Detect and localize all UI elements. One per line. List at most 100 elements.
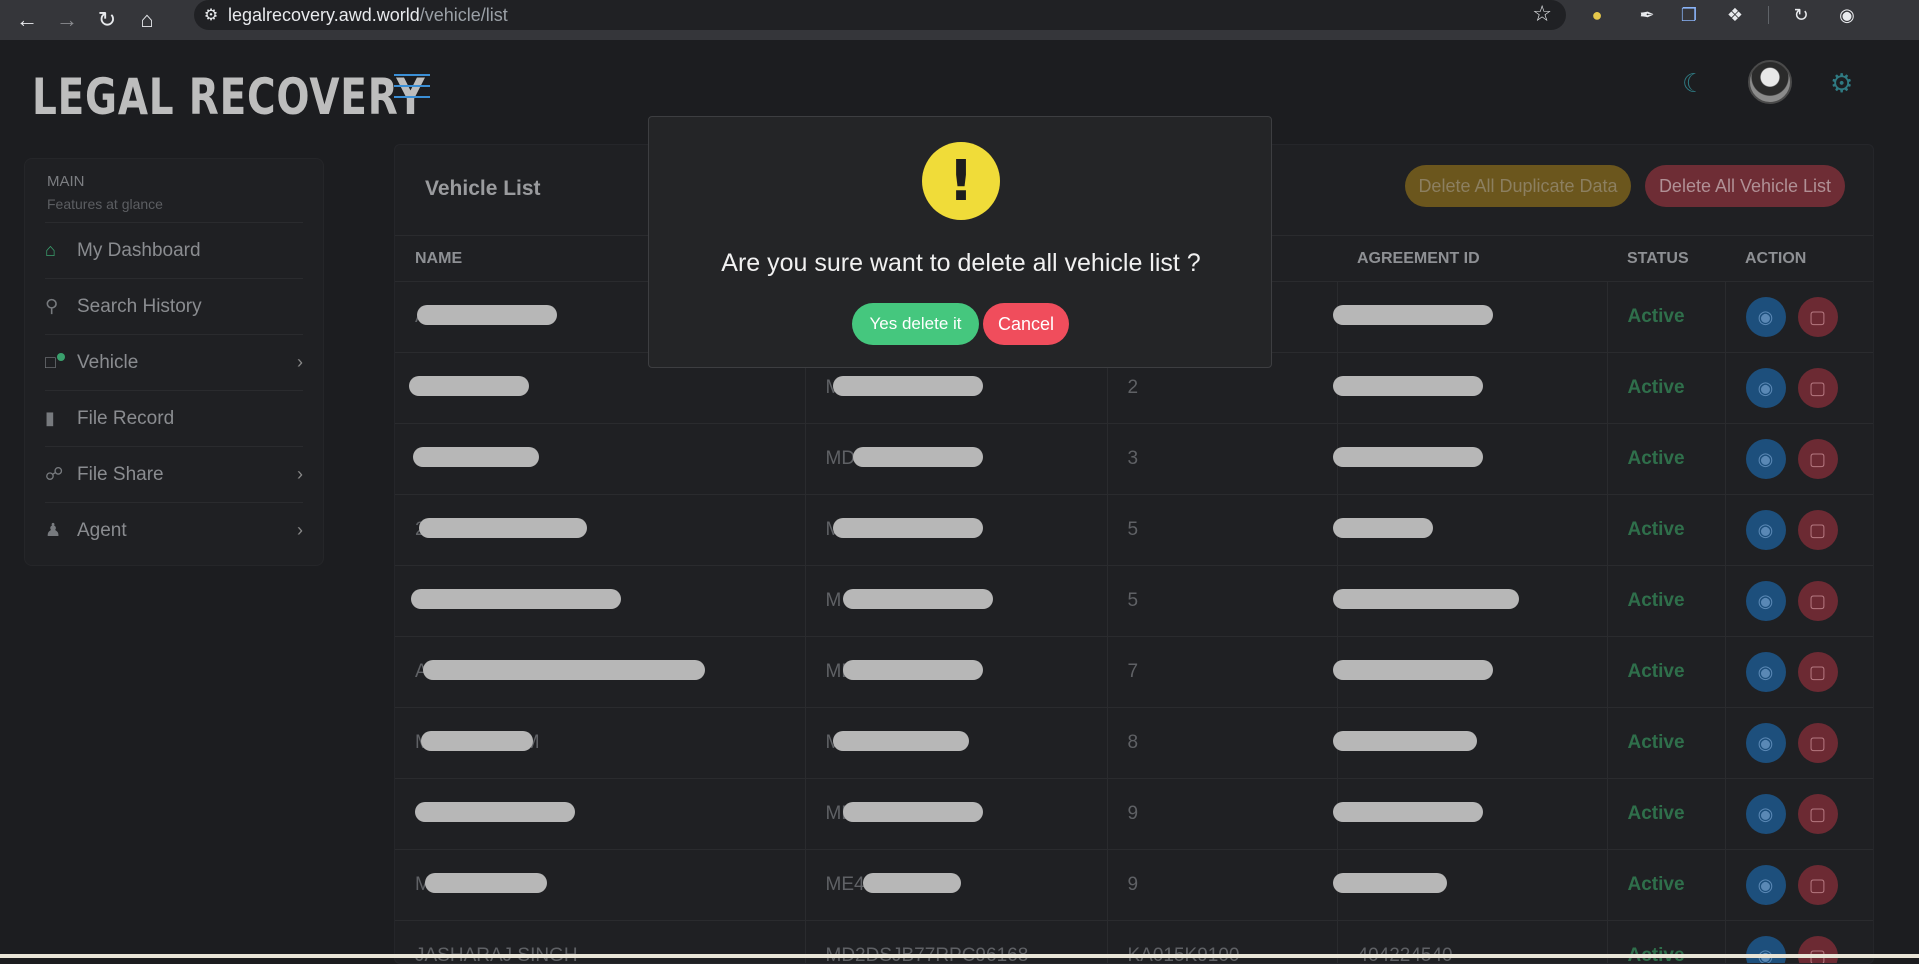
delete-trash-icon[interactable]: ▢ [1798,794,1838,834]
sidebar-section-title: MAIN [47,173,301,190]
cell-action: ◉▢ [1725,637,1874,708]
url-text[interactable]: legalrecovery.awd.world/vehicle/list [228,5,508,26]
redaction-mask [1333,660,1493,680]
view-eye-icon[interactable]: ◉ [1746,581,1786,621]
redaction-mask [417,305,557,325]
view-eye-icon[interactable]: ◉ [1746,652,1786,692]
user-icon: ♟ [45,520,77,541]
warning-icon: ! [922,142,1000,220]
cell-action: ◉▢ [1725,353,1874,424]
view-eye-icon[interactable]: ◉ [1746,865,1786,905]
view-eye-icon[interactable]: ◉ [1746,297,1786,337]
cancel-button[interactable]: Cancel [983,303,1069,345]
redaction-mask [425,873,547,893]
chevron-right-icon: › [297,464,303,485]
column-header-agreement[interactable]: AGREEMENT ID [1337,236,1607,282]
cell-status: Active [1607,637,1725,708]
menu-toggle-icon[interactable] [394,74,430,98]
sidebar-section-subtitle: Features at glance [47,196,301,212]
redaction-mask [843,660,983,680]
theme-moon-icon[interactable]: ☾ [1682,68,1705,99]
site-info-icon[interactable]: ⚙ [194,5,228,25]
redaction-mask [1333,376,1483,396]
delete-trash-icon[interactable]: ▢ [1798,510,1838,550]
delete-trash-icon[interactable]: ▢ [1798,439,1838,479]
redaction-mask [843,802,983,822]
cell-count: 9 [1107,779,1337,850]
table-row: MD2 408238Active◉▢ [395,424,1874,495]
sidebar-item-label: Vehicle [77,352,138,374]
redaction-mask [853,447,983,467]
page-title: Vehicle List [425,177,541,201]
cell-count: 5 [1107,495,1337,566]
cell-action: ◉▢ [1725,424,1874,495]
redaction-mask [1333,802,1483,822]
home-icon: ⌂ [45,240,77,261]
eyedropper-icon[interactable]: ✒ [1630,0,1664,30]
redaction-mask [833,376,983,396]
home-browser-icon[interactable]: ⌂ [127,0,167,40]
sidebar-item-vehicle[interactable]: □ Vehicle › [45,334,303,390]
redaction-mask [1333,305,1493,325]
redaction-mask [415,802,575,822]
profile-icon[interactable]: ◉ [1830,0,1864,30]
dialog-message: Are you sure want to delete all vehicle … [649,249,1273,278]
redaction-mask [833,518,983,538]
sidebar: MAIN Features at glance ⌂ My Dashboard ⚲… [24,158,324,566]
reload-icon[interactable]: ↻ [87,0,127,40]
redaction-mask [413,447,539,467]
sidebar-item-agent[interactable]: ♟ Agent › [45,502,303,558]
cell-action: ◉▢ [1725,566,1874,637]
delete-trash-icon[interactable]: ▢ [1798,865,1838,905]
copy-icon[interactable]: ❐ [1672,0,1706,30]
sidebar-item-label: File Record [77,408,174,430]
cell-status: Active [1607,495,1725,566]
forward-arrow-icon[interactable]: → [47,0,87,40]
app-root: LEGAL RECOVERY ☾ ⚙ MAIN Features at glan… [0,40,1919,958]
cell-status: Active [1607,850,1725,921]
cell-count: 3 [1107,424,1337,495]
redaction-mask [1333,873,1447,893]
cell-status: Active [1607,282,1725,353]
redaction-mask [421,731,533,751]
puzzle-icon[interactable]: ❖ [1718,0,1752,30]
delete-trash-icon[interactable]: ▢ [1798,936,1838,964]
view-eye-icon[interactable]: ◉ [1746,936,1786,964]
table-row: MD 077989Active◉▢ [395,779,1874,850]
view-eye-icon[interactable]: ◉ [1746,510,1786,550]
cell-action: ◉▢ [1725,282,1874,353]
cell-status: Active [1607,566,1725,637]
sidebar-item-label: Search History [77,296,202,318]
toolbar-divider [1768,6,1769,24]
view-eye-icon[interactable]: ◉ [1746,723,1786,763]
extension-icon[interactable]: ● [1580,0,1614,30]
view-eye-icon[interactable]: ◉ [1746,368,1786,408]
settings-gear-icon[interactable]: ⚙ [1830,68,1853,99]
sync-icon[interactable]: ↻ [1784,0,1818,30]
browser-toolbar: ← → ↻ ⌂ ⚙ legalrecovery.awd.world/vehicl… [0,0,1919,40]
sidebar-item-dashboard[interactable]: ⌂ My Dashboard [45,222,303,278]
delete-all-vehicles-button[interactable]: Delete All Vehicle List [1645,165,1845,207]
delete-trash-icon[interactable]: ▢ [1798,723,1838,763]
address-bar[interactable]: ⚙ legalrecovery.awd.world/vehicle/list ☆ [194,0,1566,30]
delete-trash-icon[interactable]: ▢ [1798,652,1838,692]
sidebar-item-file-share[interactable]: ☍ File Share › [45,446,303,502]
cell-action: ◉▢ [1725,708,1874,779]
sidebar-item-search-history[interactable]: ⚲ Search History [45,278,303,334]
bookmark-star-icon[interactable]: ☆ [1532,1,1552,27]
view-eye-icon[interactable]: ◉ [1746,794,1786,834]
back-arrow-icon[interactable]: ← [7,0,47,40]
delete-trash-icon[interactable]: ▢ [1798,368,1838,408]
avatar[interactable] [1748,60,1792,104]
delete-trash-icon[interactable]: ▢ [1798,581,1838,621]
redaction-mask [409,376,529,396]
table-body: A5Active◉▢M 86302619Active◉▢MD2 408238Ac… [395,282,1874,964]
sidebar-item-file-record[interactable]: ▮ File Record [45,390,303,446]
delete-trash-icon[interactable]: ▢ [1798,297,1838,337]
cell-action: ◉▢ [1725,779,1874,850]
confirm-delete-button[interactable]: Yes delete it [852,303,979,345]
redaction-mask [833,731,969,751]
delete-duplicates-button[interactable]: Delete All Duplicate Data [1405,165,1631,207]
cell-action: ◉▢ [1725,495,1874,566]
view-eye-icon[interactable]: ◉ [1746,439,1786,479]
